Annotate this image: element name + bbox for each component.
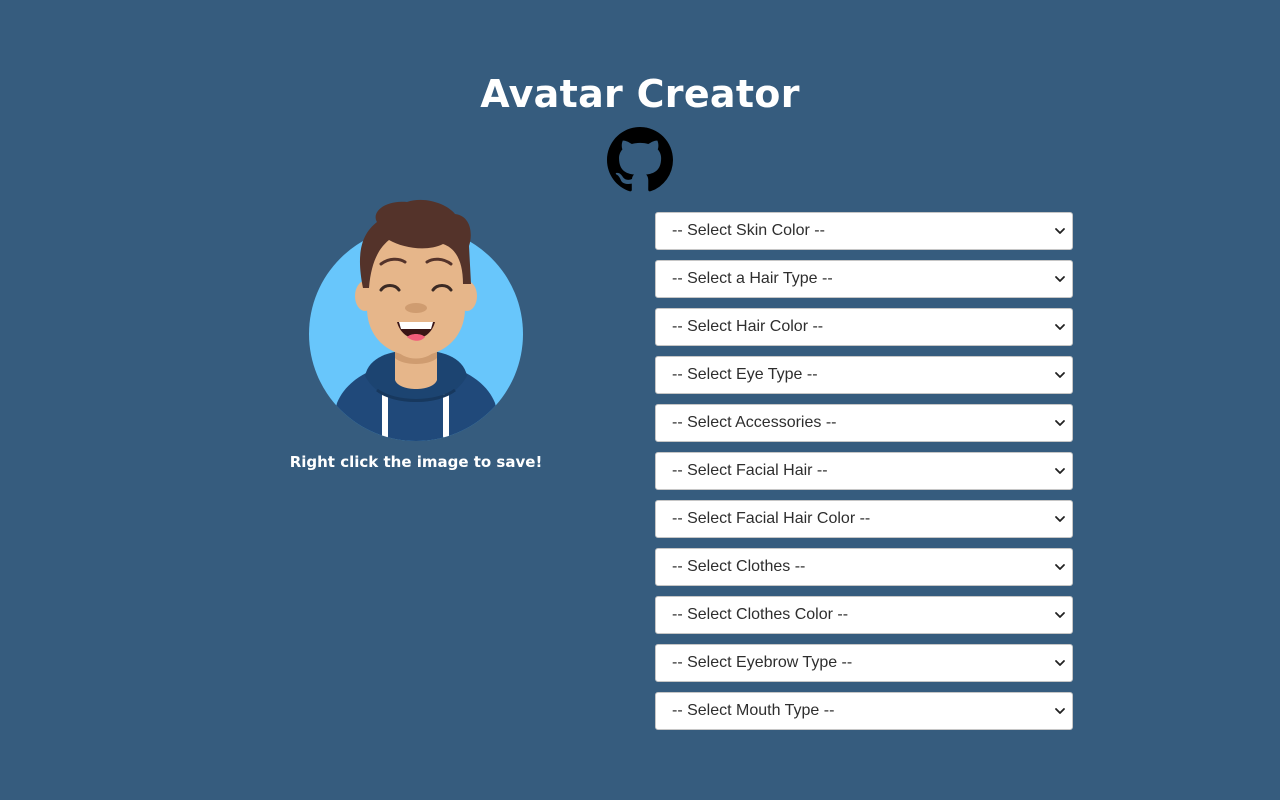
chevron-down-icon [1054,225,1066,237]
facial-hair-select-label: -- Select Facial Hair -- [672,462,828,479]
facial-hair-select[interactable]: -- Select Facial Hair -- [655,452,1073,490]
chevron-down-icon [1054,609,1066,621]
eye-type-select[interactable]: -- Select Eye Type -- [655,356,1073,394]
chevron-down-icon [1054,417,1066,429]
github-link[interactable] [607,127,673,193]
mouth-type-select-label: -- Select Mouth Type -- [672,702,835,719]
clothes-select[interactable]: -- Select Clothes -- [655,548,1073,586]
chevron-down-icon [1054,273,1066,285]
hair-color-select-label: -- Select Hair Color -- [672,318,824,335]
github-icon [607,127,673,192]
avatar-image[interactable] [307,198,525,444]
hair-type-select-label: -- Select a Hair Type -- [672,270,833,287]
clothes-color-select-label: -- Select Clothes Color -- [672,606,849,623]
chevron-down-icon [1054,369,1066,381]
hair-type-select[interactable]: -- Select a Hair Type -- [655,260,1073,298]
chevron-down-icon [1054,561,1066,573]
clothes-select-label: -- Select Clothes -- [672,558,806,575]
eye-type-select-label: -- Select Eye Type -- [672,366,818,383]
facial-hair-color-select[interactable]: -- Select Facial Hair Color -- [655,500,1073,538]
page-title: Avatar Creator [480,72,800,116]
save-hint: Right click the image to save! [289,453,543,471]
eyebrow-type-select[interactable]: -- Select Eyebrow Type -- [655,644,1073,682]
facial-hair-color-select-label: -- Select Facial Hair Color -- [672,510,871,527]
skin-color-select[interactable]: -- Select Skin Color -- [655,212,1073,250]
avatar-options-form: -- Select Skin Color -- -- Select a Hair… [655,212,1073,740]
mouth-type-select[interactable]: -- Select Mouth Type -- [655,692,1073,730]
chevron-down-icon [1054,513,1066,525]
chevron-down-icon [1054,465,1066,477]
hair-color-select[interactable]: -- Select Hair Color -- [655,308,1073,346]
chevron-down-icon [1054,657,1066,669]
chevron-down-icon [1054,705,1066,717]
accessories-select-label: -- Select Accessories -- [672,414,837,431]
eyebrow-type-select-label: -- Select Eyebrow Type -- [672,654,853,671]
accessories-select[interactable]: -- Select Accessories -- [655,404,1073,442]
clothes-color-select[interactable]: -- Select Clothes Color -- [655,596,1073,634]
chevron-down-icon [1054,321,1066,333]
skin-color-select-label: -- Select Skin Color -- [672,222,825,239]
